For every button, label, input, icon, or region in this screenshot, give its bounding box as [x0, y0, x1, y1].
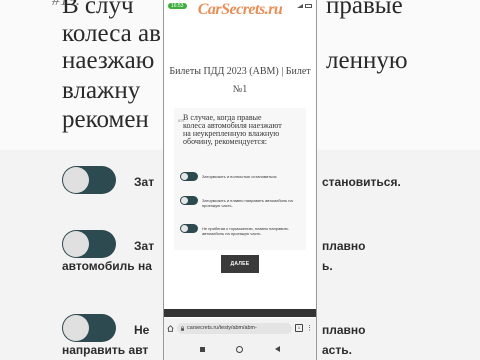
- answer-toggle-2[interactable]: [180, 196, 198, 205]
- url-text: carsecrets.ru/testy/abm/abm-: [187, 325, 257, 331]
- tabs-icon[interactable]: 1: [295, 324, 303, 332]
- page-footer-strip: [164, 309, 316, 317]
- bg-option-3-line2-right: асть.: [322, 343, 352, 357]
- answer-option-2[interactable]: Затормозить и плавно направить автомобил…: [180, 196, 304, 208]
- answer-option-3[interactable]: Не прибегая к торможению, плавно направи…: [180, 224, 304, 236]
- home-nav-icon[interactable]: [236, 345, 244, 353]
- bg-line-2: колеса ав: [62, 20, 161, 47]
- bg-option-1-right: становиться.: [322, 175, 401, 189]
- lock-icon: [181, 325, 184, 331]
- status-icons: [297, 4, 312, 8]
- answer-toggle-3[interactable]: [180, 224, 198, 233]
- bg-line-1: В случ: [62, 0, 134, 19]
- answer-label-3: Не прибегая к торможению, плавно направи…: [202, 226, 289, 236]
- bg-option-2-line2: автомобиль на: [62, 259, 152, 273]
- battery-icon: [305, 4, 312, 8]
- system-nav-bar: [164, 338, 316, 360]
- recents-icon[interactable]: [199, 346, 205, 352]
- browser-address-bar: carsecrets.ru/testy/abm/abm- 1 ⋮: [164, 318, 316, 338]
- home-icon[interactable]: [167, 324, 174, 332]
- url-input[interactable]: carsecrets.ru/testy/abm/abm-: [177, 322, 292, 334]
- next-button[interactable]: ДАЛЕЕ: [221, 255, 259, 273]
- question-card: #19. В случае, когда правые колеса автом…: [174, 108, 306, 250]
- bg-line-5: рекомен: [62, 106, 149, 133]
- bg-option-3: Не: [134, 323, 150, 337]
- bg-option-3-line2: направить авт: [62, 343, 149, 357]
- page-title: Билеты ПДД 2023 (ABM) | Билет №1: [169, 66, 311, 95]
- bg-line-4: влажну: [62, 77, 141, 104]
- bg-line-3: наезжаю: [62, 47, 155, 74]
- back-icon[interactable]: [275, 346, 281, 352]
- bg-option-2: Зат: [134, 239, 155, 253]
- bg-line-3-right: ленную: [326, 47, 408, 74]
- bg-toggle-2: [62, 230, 116, 258]
- bg-toggle-3: [62, 314, 116, 342]
- bg-option-2-line2-right: ь.: [322, 259, 333, 273]
- bg-line-1-right: правые: [326, 0, 403, 19]
- status-bar: 16:53: [164, 0, 316, 12]
- phone-screen: CarSecrets.ru 16:53 Билеты ПДД 2023 (ABM…: [164, 0, 316, 360]
- answer-option-1[interactable]: Затормозить и полностью остановиться.: [180, 172, 304, 181]
- status-time: 16:53: [168, 3, 187, 9]
- bg-option-2-right: плавно: [322, 239, 366, 253]
- answer-toggle-1[interactable]: [180, 172, 198, 181]
- question-text: В случае, когда правые колеса автомобиля…: [183, 113, 282, 146]
- answer-label-2: Затормозить и плавно направить автомобил…: [202, 198, 293, 208]
- signal-icon: [297, 4, 303, 8]
- answer-label-1: Затормозить и полностью остановиться.: [202, 174, 278, 179]
- menu-icon[interactable]: ⋮: [306, 325, 313, 332]
- bg-option-1: Зат: [134, 175, 155, 189]
- bg-toggle-1: [62, 166, 116, 194]
- bg-option-3-right: плавно: [322, 323, 366, 337]
